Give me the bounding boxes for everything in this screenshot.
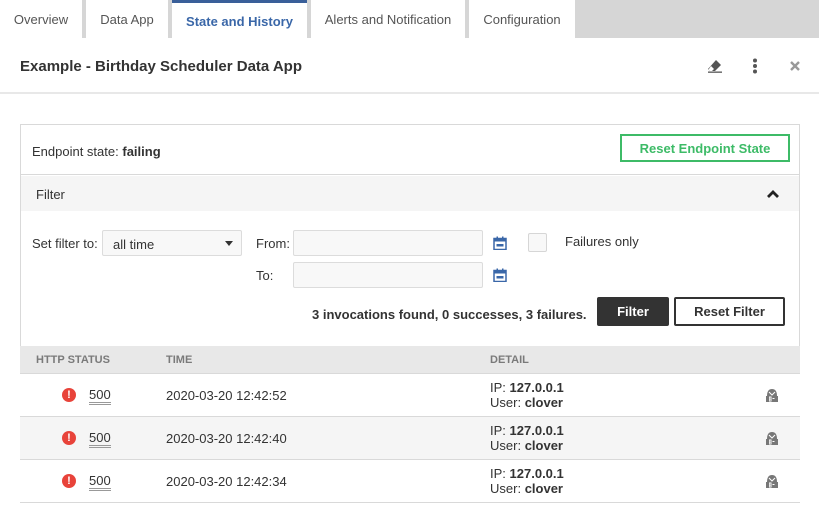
user-secret-icon[interactable]: [764, 387, 780, 403]
tab-state-and-history[interactable]: State and History: [172, 0, 307, 40]
http-status-link[interactable]: 500: [89, 474, 111, 491]
invocation-time: 2020-03-20 12:42:40: [166, 431, 287, 446]
endpoint-state: Endpoint state: failing: [32, 144, 161, 159]
user-value: clover: [524, 481, 563, 496]
to-label: To:: [256, 268, 274, 283]
tab-configuration[interactable]: Configuration: [469, 0, 575, 38]
from-label: From:: [256, 236, 290, 251]
set-filter-label: Set filter to:: [32, 236, 98, 251]
failures-only-checkbox[interactable]: [528, 233, 547, 252]
filter-period-value: all time: [113, 237, 155, 252]
http-status-link[interactable]: 500: [89, 431, 111, 448]
user-secret-icon[interactable]: [764, 430, 780, 446]
user-label: User:: [490, 481, 522, 496]
error-icon: !: [62, 431, 76, 445]
table-header: HTTP STATUS TIME DETAIL: [20, 346, 800, 374]
tab-data-app[interactable]: Data App: [86, 0, 168, 38]
failures-only-label: Failures only: [565, 234, 639, 249]
endpoint-state-label: Endpoint state:: [32, 144, 119, 159]
filter-form: Set filter to: all time From: To: Failur…: [21, 211, 799, 346]
invocation-detail: IP: 127.0.0.1 User: clover: [490, 466, 564, 496]
invocation-time: 2020-03-20 12:42:52: [166, 388, 287, 403]
user-value: clover: [524, 438, 563, 453]
ip-label: IP:: [490, 380, 506, 395]
filter-period-select[interactable]: all time: [102, 230, 242, 256]
reset-endpoint-state-button[interactable]: Reset Endpoint State: [620, 134, 790, 162]
chevron-up-icon[interactable]: [765, 187, 781, 201]
http-status-link[interactable]: 500: [89, 388, 111, 405]
table-row: ! 500 2020-03-20 12:42:52 IP: 127.0.0.1 …: [20, 374, 800, 417]
ip-value: 127.0.0.1: [509, 423, 564, 438]
invocation-time: 2020-03-20 12:42:34: [166, 474, 287, 489]
error-icon: !: [62, 474, 76, 488]
filter-button[interactable]: Filter: [597, 297, 669, 326]
ip-value: 127.0.0.1: [509, 466, 564, 481]
caret-down-icon: [225, 241, 233, 246]
invocation-detail: IP: 127.0.0.1 User: clover: [490, 423, 564, 453]
table-row: ! 500 2020-03-20 12:42:34 IP: 127.0.0.1 …: [20, 460, 800, 503]
close-icon[interactable]: [785, 56, 805, 76]
endpoint-panel: Endpoint state: failing Reset Endpoint S…: [20, 124, 800, 346]
error-icon: !: [62, 388, 76, 402]
invocations-summary: 3 invocations found, 0 successes, 3 fail…: [312, 307, 587, 322]
endpoint-state-value: failing: [122, 144, 161, 159]
user-secret-icon[interactable]: [764, 473, 780, 489]
endpoint-state-row: Endpoint state: failing Reset Endpoint S…: [21, 125, 799, 175]
calendar-icon[interactable]: [493, 236, 507, 250]
tab-overview[interactable]: Overview: [0, 0, 82, 38]
to-date-input[interactable]: [293, 262, 483, 288]
ip-label: IP:: [490, 423, 506, 438]
filter-section-title: Filter: [36, 187, 65, 202]
column-header-detail: DETAIL: [490, 354, 529, 366]
column-header-http-status: HTTP STATUS: [36, 354, 110, 366]
from-date-input[interactable]: [293, 230, 483, 256]
page-title: Example - Birthday Scheduler Data App: [20, 58, 303, 75]
column-header-time: TIME: [166, 354, 193, 366]
more-vertical-icon[interactable]: [745, 56, 765, 76]
eraser-icon[interactable]: [705, 56, 725, 76]
filter-section-header[interactable]: Filter: [21, 176, 799, 211]
reset-filter-button[interactable]: Reset Filter: [674, 297, 785, 326]
page-header: Example - Birthday Scheduler Data App: [0, 38, 819, 94]
tab-bar: Overview Data App State and History Aler…: [0, 0, 819, 40]
invocation-detail: IP: 127.0.0.1 User: clover: [490, 380, 564, 410]
tab-alerts-and-notification[interactable]: Alerts and Notification: [311, 0, 465, 38]
user-label: User:: [490, 395, 522, 410]
history-table: HTTP STATUS TIME DETAIL ! 500 2020-03-20…: [20, 346, 800, 503]
user-label: User:: [490, 438, 522, 453]
calendar-icon[interactable]: [493, 268, 507, 282]
user-value: clover: [524, 395, 563, 410]
ip-value: 127.0.0.1: [509, 380, 564, 395]
table-row: ! 500 2020-03-20 12:42:40 IP: 127.0.0.1 …: [20, 417, 800, 460]
ip-label: IP:: [490, 466, 506, 481]
